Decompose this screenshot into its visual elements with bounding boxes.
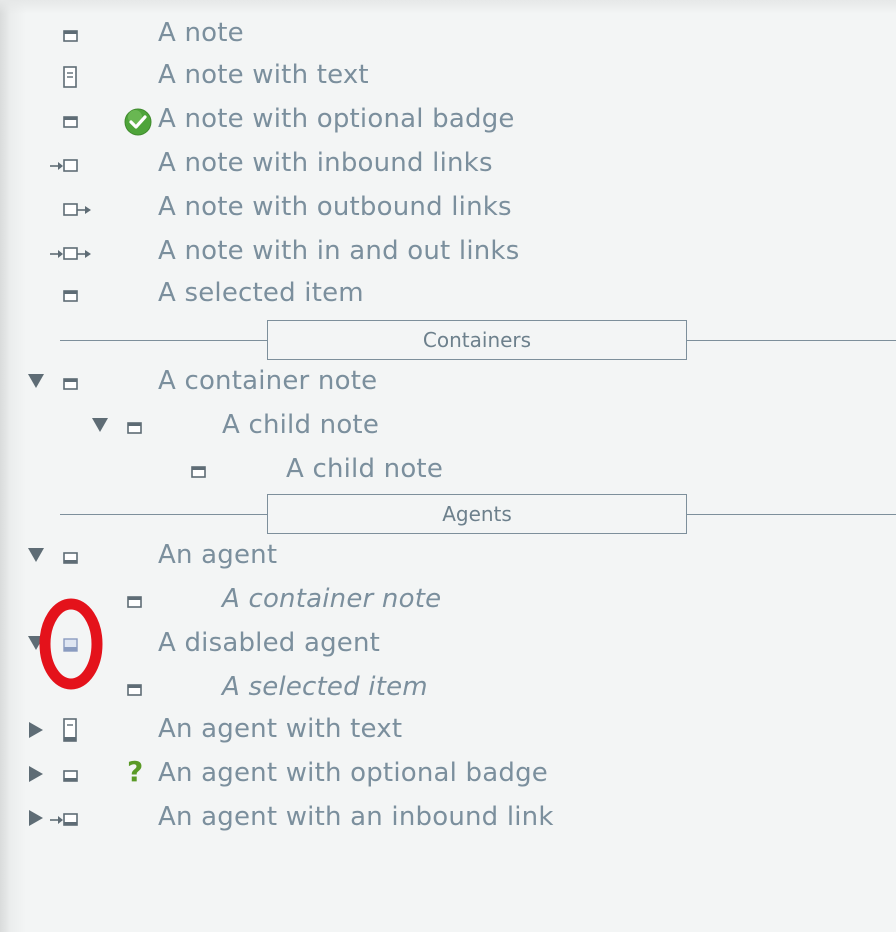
item-label: A note with in and out links [158, 236, 520, 266]
list-item-note-inout[interactable]: A note with in and out links [0, 232, 896, 272]
item-label: A container note [222, 584, 442, 614]
list-item-note-text[interactable]: A note with text [0, 56, 896, 96]
container-note-icon [63, 378, 78, 390]
list-item-agent-badge[interactable]: ? An agent with optional badge [0, 754, 896, 794]
list-item-note[interactable]: A note [0, 14, 896, 54]
inbound-link-agent-icon [50, 813, 78, 826]
list-item-disabled-agent[interactable]: A disabled agent [0, 624, 896, 664]
list-item-note-badge[interactable]: A note with optional badge [0, 100, 896, 140]
outbound-link-note-icon [63, 203, 91, 216]
note-icon [127, 422, 142, 434]
disclosure-triangle-expanded-icon[interactable] [28, 548, 44, 562]
list-item-disabled-child[interactable]: A selected item [0, 668, 896, 708]
list-item-grandchild[interactable]: A child note [0, 450, 896, 490]
item-label: A container note [158, 366, 378, 396]
top-edge-shadow [0, 0, 896, 14]
text-agent-icon [63, 718, 77, 742]
disclosure-triangle-collapsed-icon[interactable] [29, 766, 43, 782]
item-label: A child note [222, 410, 380, 440]
item-label: A note [158, 18, 244, 48]
list-item-child[interactable]: A child note [0, 406, 896, 446]
agent-icon [63, 552, 78, 564]
note-icon [63, 290, 78, 302]
note-icon [127, 596, 142, 608]
list-item-agent-text[interactable]: An agent with text [0, 710, 896, 750]
disclosure-triangle-collapsed-icon[interactable] [29, 810, 43, 826]
text-note-icon [63, 66, 77, 88]
item-label: A note with outbound links [158, 192, 512, 222]
list-item-container[interactable]: A container note [0, 362, 896, 402]
disclosure-triangle-expanded-icon[interactable] [28, 374, 44, 388]
red-annotation-circle [39, 598, 103, 690]
list-item-agent-child[interactable]: A container note [0, 580, 896, 620]
inbound-link-note-icon [50, 159, 78, 172]
item-label: An agent with an inbound link [158, 802, 554, 832]
item-label: A note with text [158, 60, 369, 90]
list-item-note-inbound[interactable]: A note with inbound links [0, 144, 896, 184]
agent-icon [63, 770, 78, 782]
item-label: A disabled agent [158, 628, 381, 658]
item-label: A selected item [158, 278, 364, 308]
item-label: A note with optional badge [158, 104, 515, 134]
note-icon [63, 116, 78, 128]
item-label: A note with inbound links [158, 148, 493, 178]
question-badge-icon: ? [127, 755, 144, 788]
note-icon [191, 466, 206, 478]
list-item-selected[interactable]: A selected item [0, 274, 896, 314]
section-header-agents: Agents [267, 494, 687, 534]
list-item-agent[interactable]: An agent [0, 536, 896, 576]
list-item-agent-inbound[interactable]: An agent with an inbound link [0, 798, 896, 838]
item-label: A child note [286, 454, 444, 484]
disclosure-triangle-expanded-icon[interactable] [92, 418, 108, 432]
list-item-note-outbound[interactable]: A note with outbound links [0, 188, 896, 228]
item-label: An agent with optional badge [158, 758, 549, 788]
section-header-containers: Containers [267, 320, 687, 360]
note-icon [127, 684, 142, 696]
item-label: An agent [158, 540, 278, 570]
note-icon [63, 30, 78, 42]
in-out-link-note-icon [50, 247, 91, 260]
item-label: An agent with text [158, 714, 403, 744]
disclosure-triangle-collapsed-icon[interactable] [29, 722, 43, 738]
checkmark-badge-icon [124, 108, 152, 136]
item-label: A selected item [222, 672, 428, 702]
